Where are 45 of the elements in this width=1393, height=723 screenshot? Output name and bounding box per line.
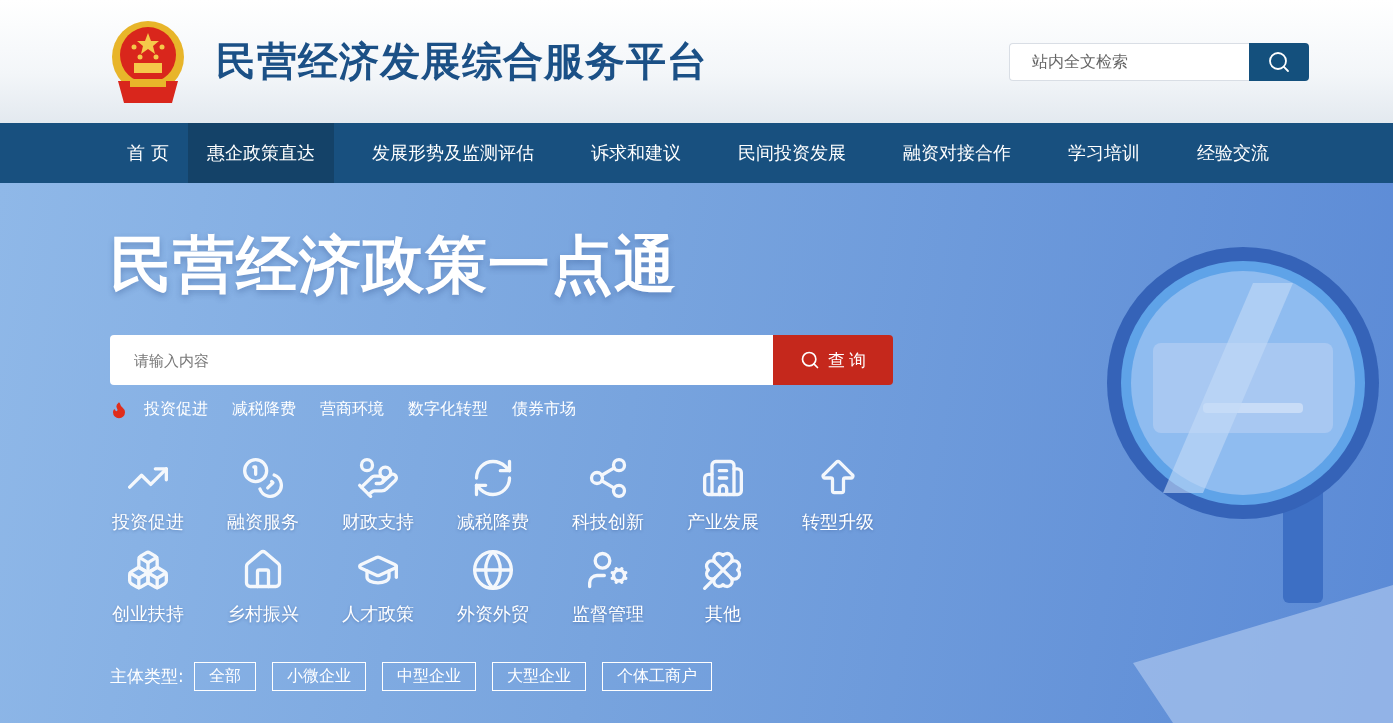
nav-tab[interactable]: 融资对接合作 [883, 123, 1030, 183]
category-link[interactable]: 转型升级 [802, 510, 874, 534]
category-link[interactable]: 监督管理 [572, 602, 644, 626]
coins-icon[interactable] [241, 456, 285, 500]
subject-type-button[interactable]: 小微企业 [271, 662, 366, 691]
site-search-field[interactable]: 站内全文检索 [1009, 42, 1249, 81]
category-link[interactable]: 投资促进 [112, 510, 184, 534]
nav-tab[interactable]: 首 页 [108, 123, 188, 183]
category-link[interactable]: 创业扶持 [112, 602, 184, 626]
category-link[interactable]: 融资服务 [227, 510, 299, 534]
hero-title: 民营经济政策一点通 [110, 227, 678, 303]
subject-type-button[interactable]: 中型企业 [381, 662, 476, 691]
nav-tab[interactable]: 发展形势及监测评估 [352, 123, 553, 183]
category-link[interactable]: 产业发展 [687, 510, 759, 534]
site-title: 民营经济发展综合服务平台 [216, 37, 708, 86]
policy-search-field[interactable]: 请输入内容 [110, 335, 773, 385]
nav-tab[interactable]: 民间投资发展 [718, 123, 865, 183]
hot-tag-link[interactable]: 数字化转型 [408, 399, 488, 420]
flame-icon [110, 400, 128, 419]
nav-tab[interactable]: 诉求和建议 [571, 123, 700, 183]
search-icon [799, 350, 820, 370]
nav-tab[interactable]: 惠企政策直达 [187, 123, 334, 183]
subject-type-label: 主体类型: [110, 665, 184, 688]
subject-type-button[interactable]: 个体工商户 [601, 662, 712, 691]
search-icon [1267, 49, 1291, 74]
hand-coins-icon[interactable] [356, 456, 400, 500]
hot-tag-link[interactable]: 营商环境 [320, 399, 384, 420]
hot-tag-link[interactable]: 投资促进 [144, 399, 208, 420]
nav-tab[interactable]: 经验交流 [1177, 123, 1288, 183]
nav-tab[interactable]: 学习培训 [1048, 123, 1159, 183]
category-link[interactable]: 人才政策 [342, 602, 414, 626]
category-link[interactable]: 减税降费 [457, 510, 529, 534]
category-link[interactable]: 乡村振兴 [227, 602, 299, 626]
boxes-icon[interactable] [126, 548, 170, 592]
hot-tag-link[interactable]: 债券市场 [512, 399, 576, 420]
subject-type-button[interactable]: 大型企业 [491, 662, 586, 691]
category-link[interactable]: 其他 [705, 602, 741, 626]
search-button[interactable] [1249, 42, 1309, 81]
category-link[interactable]: 科技创新 [572, 510, 644, 534]
subject-type-button[interactable]: 全部 [193, 662, 256, 691]
query-button[interactable]: 查 询 [773, 335, 893, 385]
category-link[interactable]: 财政支持 [342, 510, 414, 534]
globe-icon[interactable] [471, 548, 515, 592]
hot-tag-link[interactable]: 减税降费 [232, 399, 296, 420]
category-link[interactable]: 外资外贸 [457, 602, 529, 626]
